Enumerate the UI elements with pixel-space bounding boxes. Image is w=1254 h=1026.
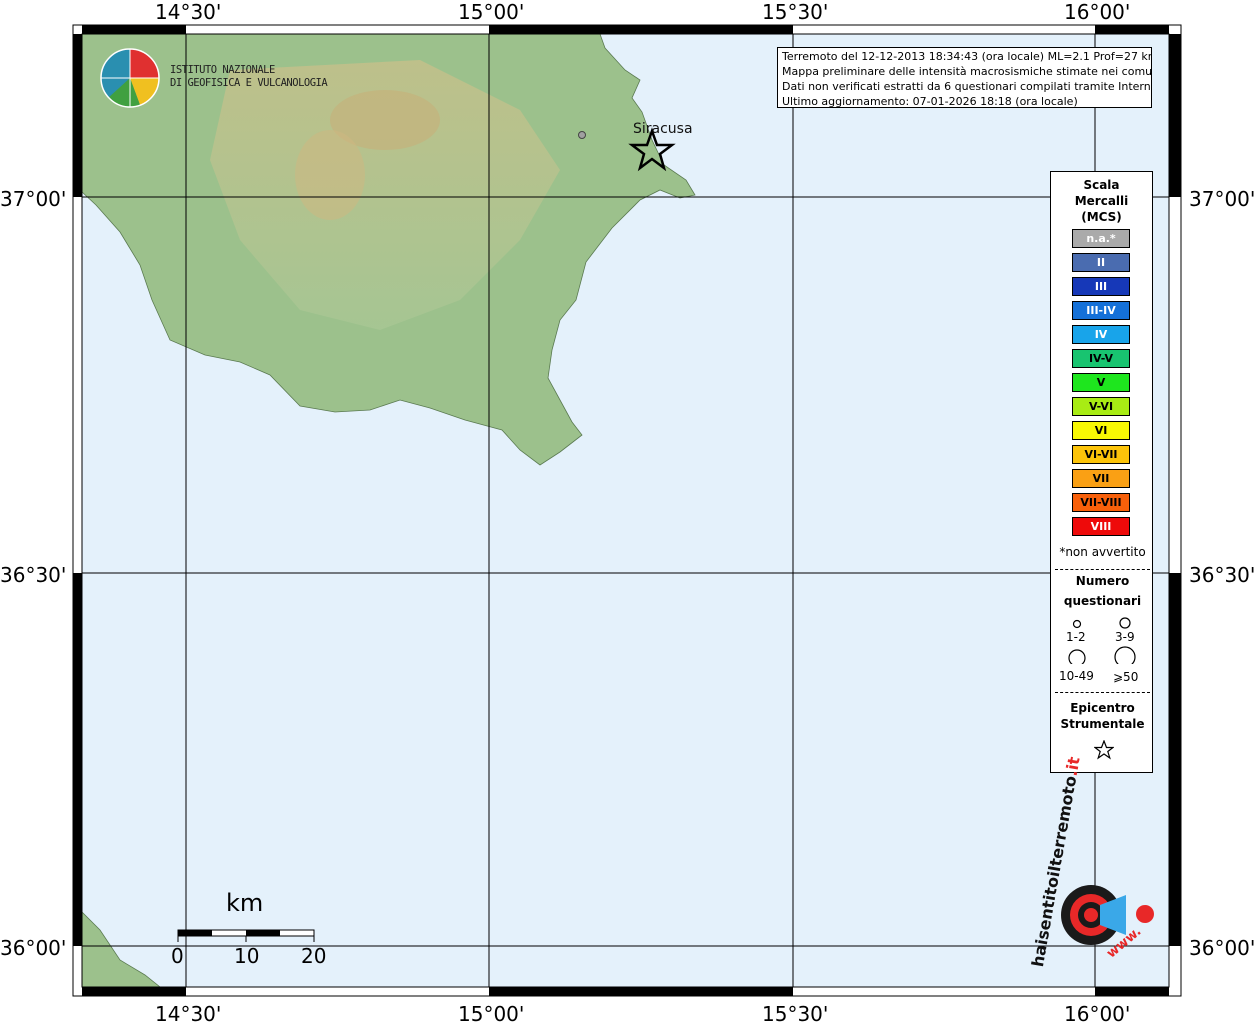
info-line2: Mappa preliminare delle intensità macros… — [782, 65, 1152, 78]
scale-unit: km — [226, 889, 264, 917]
count-label-3: 10-49 — [1059, 669, 1094, 683]
lon-label-1430-top: 14°30' — [155, 0, 222, 24]
lat-label-3630-right: 36°30' — [1189, 563, 1254, 587]
legend-separator-1 — [1055, 569, 1150, 570]
lon-label-1530-bottom: 15°30' — [762, 1002, 829, 1026]
scale-tick-0: 0 — [171, 944, 184, 968]
institute-name: ISTITUTO NAZIONALE DI GEOFISICA E VULCAN… — [170, 64, 328, 90]
count-title-line1: Numero — [1075, 574, 1130, 588]
legend-title-line2: Mercalli — [1074, 194, 1129, 208]
count-circle-large-icon — [1068, 649, 1086, 664]
intensity-legend: Scala Mercalli (MCS) n.a.* II III III-IV IV I… — [1050, 171, 1153, 773]
event-info-box: Terremoto del 12-12-2013 18:34:43 (ora l… — [777, 47, 1152, 108]
info-line3: Dati non verificati estratti da 6 questi… — [782, 80, 1152, 93]
info-line1: Terremoto del 12-12-2013 18:34:43 (ora l… — [782, 50, 1152, 63]
mountain-ridge — [295, 130, 365, 220]
lon-label-1500-top: 15°00' — [458, 0, 525, 24]
scale-tick-20: 20 — [301, 944, 327, 968]
count-circle-xlarge-icon — [1114, 646, 1136, 664]
info-line4: Ultimo aggiornamento: 07-01-2026 18:18 (… — [782, 95, 1078, 108]
intensity-swatch: V-VI — [1072, 397, 1130, 416]
lat-label-3700-right: 37°00' — [1189, 187, 1254, 211]
count-title-line2: questionari — [1063, 594, 1142, 608]
count-label-4: ⩾50 — [1113, 670, 1139, 684]
intensity-swatch: VII — [1072, 469, 1130, 488]
ingv-globe-icon — [100, 48, 160, 108]
intensity-swatch: VI — [1072, 421, 1130, 440]
lon-label-1600-bottom: 16°00' — [1064, 1002, 1131, 1026]
intensity-swatch: V — [1072, 373, 1130, 392]
legend-separator-2 — [1055, 692, 1150, 693]
count-label-2: 3-9 — [1115, 630, 1135, 644]
epi-title-line1: Epicentro — [1070, 701, 1135, 715]
count-circle-medium-icon — [1119, 617, 1131, 629]
count-circle-small-icon — [1072, 619, 1082, 629]
town-marker — [578, 131, 586, 139]
intensity-swatch: n.a.* — [1072, 229, 1130, 248]
intensity-swatch: VIII — [1072, 517, 1130, 536]
count-label-1: 1-2 — [1066, 630, 1086, 644]
legend-title-line1: Scala — [1083, 178, 1120, 192]
lat-label-3600-right: 36°00' — [1189, 936, 1254, 960]
intensity-swatch: III — [1072, 277, 1130, 296]
epi-title-line2: Strumentale — [1060, 717, 1145, 731]
scale-tick-10: 10 — [234, 944, 260, 968]
intensity-swatch: IV — [1072, 325, 1130, 344]
intensity-swatch: VII-VIII — [1072, 493, 1130, 512]
logo-dot-it: .it — [1061, 755, 1084, 778]
legend-note: *non avvertito — [1059, 545, 1146, 559]
lon-label-1530-top: 15°30' — [762, 0, 829, 24]
legend-star-icon — [1094, 740, 1114, 760]
intensity-swatch: VI-VII — [1072, 445, 1130, 464]
lon-label-1500-bottom: 15°00' — [458, 1002, 525, 1026]
city-label: Siracusa — [633, 121, 693, 137]
intensity-swatch: IV-V — [1072, 349, 1130, 368]
legend-title: Scala Mercalli (MCS) — [1051, 177, 1152, 225]
lat-label-3600-left: 36°00' — [0, 936, 67, 960]
intensity-swatch: II — [1072, 253, 1130, 272]
institute-line1: ISTITUTO NAZIONALE — [170, 64, 275, 76]
institute-line2: DI GEOFISICA E VULCANOLOGIA — [170, 77, 328, 89]
legend-title-line3: (MCS) — [1081, 210, 1122, 224]
intensity-swatch: III-IV — [1072, 301, 1130, 320]
lon-label-1600-top: 16°00' — [1064, 0, 1131, 24]
lat-label-3700-left: 37°00' — [0, 187, 67, 211]
lat-label-3630-left: 36°30' — [0, 563, 67, 587]
lon-label-1430-bottom: 14°30' — [155, 1002, 222, 1026]
